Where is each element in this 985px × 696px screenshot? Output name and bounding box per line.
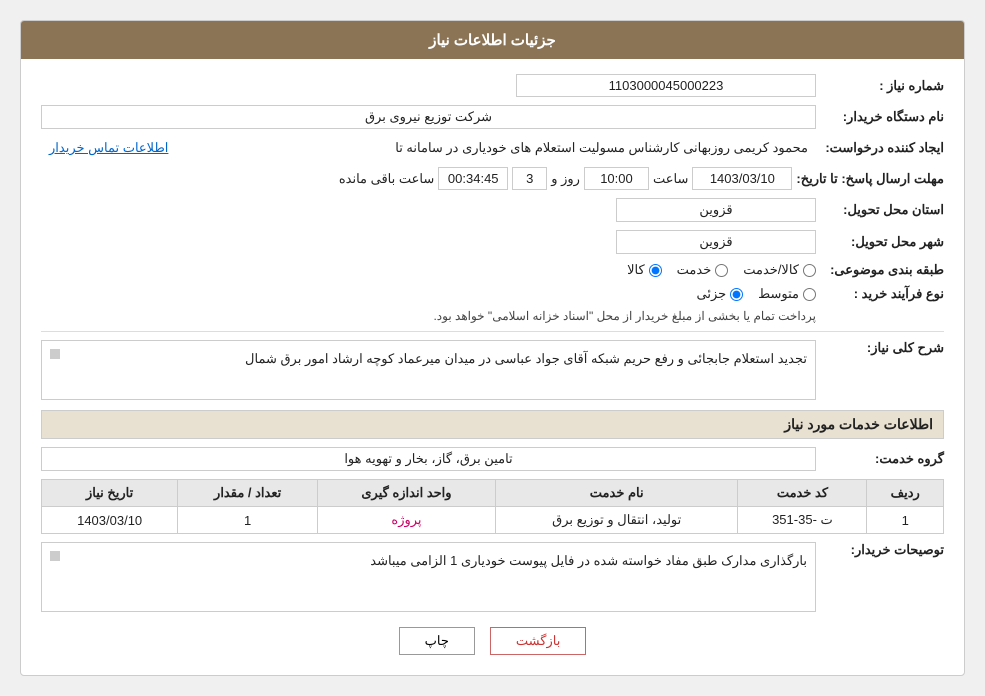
navoe-jozii-option[interactable]: جزئی (696, 286, 743, 302)
shahr-label: شهر محل تحویل: (824, 234, 944, 250)
table-row: 1ت -35-351تولید، انتقال و توزیع برقپروژه… (42, 507, 944, 534)
ijad-konande-label: ایجاد کننده درخواست: (824, 140, 944, 156)
table-cell-radif: 1 (867, 507, 944, 534)
col-code: کد خدمت (738, 480, 867, 507)
service-section-header: اطلاعات خدمات مورد نیاز (41, 410, 944, 439)
tabaqe-khadamat-radio[interactable] (715, 264, 728, 277)
sharh-label: شرح کلی نیاز: (824, 340, 944, 356)
mohlat-label: مهلت ارسال پاسخ: تا تاریخ: (796, 171, 944, 187)
tabaqe-kala-radio[interactable] (649, 264, 662, 277)
table-cell-code: ت -35-351 (738, 507, 867, 534)
shomara-niaz-label: شماره نیاز : (824, 78, 944, 94)
tosih-label: توصیحات خریدار: (824, 542, 944, 558)
tosih-box: بارگذاری مدارک طبق مفاد خواسته شده در فا… (41, 542, 816, 612)
navoe-farayand-label: نوع فرآیند خرید : (824, 286, 944, 302)
buttons-row: بازگشت چاپ (41, 627, 944, 655)
ettelaat-link[interactable]: اطلاعات تماس خریدار (41, 137, 176, 159)
shahr-value: قزوین (616, 230, 816, 254)
mohlat-saat-label: ساعت (653, 171, 688, 187)
navoe-mootasset-radio[interactable] (803, 288, 816, 301)
col-tedad: تعداد / مقدار (178, 480, 318, 507)
tabaqe-label: طبقه بندی موضوعی: (824, 262, 944, 278)
tabaqe-kala-khadamat-radio[interactable] (803, 264, 816, 277)
nam-dastgah-value: شرکت توزیع نیروی برق (41, 105, 816, 129)
table-cell-name: تولید، انتقال و توزیع برق (495, 507, 738, 534)
ostan-label: استان محل تحویل: (824, 202, 944, 218)
ijad-konande-value: محمود کریمی روزبهانی کارشناس مسولیت استع… (184, 137, 816, 159)
col-radif: ردیف (867, 480, 944, 507)
navoe-jozii-radio[interactable] (730, 288, 743, 301)
group-label: گروه خدمت: (824, 451, 944, 467)
tabaqe-kala-label: کالا (627, 262, 645, 278)
tabaqe-radio-group: کالا/خدمت خدمت کالا (627, 262, 816, 278)
sharh-value: تجدید استعلام جابجائی و رفع حریم شبکه آق… (245, 351, 807, 366)
tosih-value: بارگذاری مدارک طبق مفاد خواسته شده در فا… (370, 553, 807, 568)
navoe-mootasset-label: متوسط (758, 286, 799, 302)
shomara-niaz-value: 1103000045000223 (516, 74, 816, 97)
mohlat-date: 1403/03/10 (692, 167, 792, 190)
col-unit: واحد اندازه گیری (318, 480, 496, 507)
mohlat-rooz: 3 (512, 167, 547, 190)
mohlat-saat: 10:00 (584, 167, 649, 190)
nam-dastgah-label: نام دستگاه خریدار: (824, 109, 944, 125)
navoe-jozii-label: جزئی (696, 286, 726, 302)
tabaqe-kala-option[interactable]: کالا (627, 262, 662, 278)
navoe-note: پرداخت تمام یا بخشی از مبلغ خریدار از مح… (41, 309, 816, 323)
page-title: جزئیات اطلاعات نیاز (429, 32, 556, 49)
table-cell-tedad: 1 (178, 507, 318, 534)
tabaqe-khadamat-option[interactable]: خدمت (677, 262, 729, 278)
table-cell-unit: پروژه (318, 507, 496, 534)
col-date: تاریخ نیاز (42, 480, 178, 507)
tabaqe-khadamat-label: خدمت (677, 262, 712, 278)
tabaqe-kala-khadamat-label: کالا/خدمت (743, 262, 799, 278)
mohlat-baqi: 00:34:45 (438, 167, 508, 190)
tabaqe-kala-khadamat-option[interactable]: کالا/خدمت (743, 262, 816, 278)
col-name: نام خدمت (495, 480, 738, 507)
page-header: جزئیات اطلاعات نیاز (21, 21, 964, 59)
table-cell-date: 1403/03/10 (42, 507, 178, 534)
resize-handle[interactable] (50, 349, 60, 359)
bazgasht-button[interactable]: بازگشت (490, 627, 586, 655)
chap-button[interactable]: چاپ (399, 627, 475, 655)
tosih-resize-handle[interactable] (50, 551, 60, 561)
mohlat-baqi-label: ساعت باقی مانده (339, 171, 434, 187)
group-value: تامین برق، گاز، بخار و تهویه هوا (41, 447, 816, 471)
mohlat-rooz-label: روز و (551, 171, 580, 187)
navoe-mootasset-option[interactable]: متوسط (758, 286, 816, 302)
sharh-box: تجدید استعلام جابجائی و رفع حریم شبکه آق… (41, 340, 816, 400)
service-table: ردیف کد خدمت نام خدمت واحد اندازه گیری ت… (41, 479, 944, 534)
ostan-value: قزوین (616, 198, 816, 222)
